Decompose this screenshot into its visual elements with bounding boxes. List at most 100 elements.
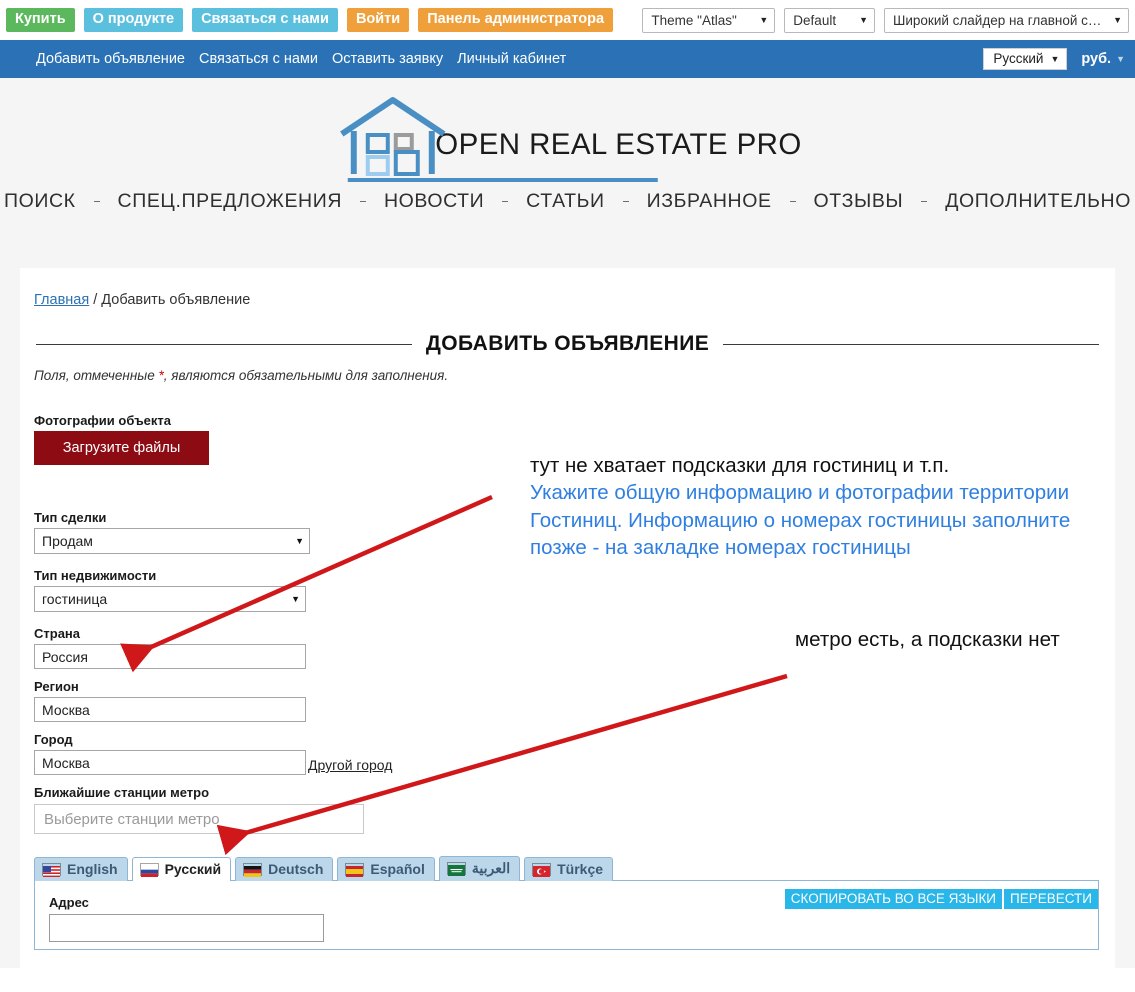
flag-de-icon — [243, 862, 263, 877]
chevron-down-icon: ▼ — [291, 594, 300, 604]
tab-english-label: English — [67, 861, 118, 877]
city-label: Город — [34, 732, 73, 747]
logo-underline — [347, 178, 658, 182]
metro-label: Ближайшие станции метро — [34, 785, 210, 800]
address-input[interactable] — [49, 914, 324, 942]
content-card: Главная / Добавить объявление ДОБАВИТЬ О… — [20, 268, 1115, 968]
language-tabs: English Русский Deutsch Español العربية … — [34, 856, 1115, 881]
breadcrumb-home[interactable]: Главная — [34, 292, 89, 308]
top-navigation-bar: Добавить объявление Связаться с нами Ост… — [0, 40, 1135, 78]
tab-russian-label: Русский — [164, 861, 222, 877]
city-input[interactable]: Москва — [34, 750, 306, 775]
flag-sa-icon — [446, 862, 466, 876]
city-value: Москва — [42, 754, 90, 771]
country-value: Россия — [42, 648, 88, 665]
tab-deutsch-label: Deutsch — [268, 861, 324, 877]
tab-espanol[interactable]: Español — [337, 857, 435, 881]
mainnav-articles[interactable]: СТАТЬИ — [522, 190, 609, 213]
site-logo[interactable]: OPEN REAL ESTATE PRO — [333, 94, 802, 182]
page-title-row: ДОБАВИТЬ ОБЪЯВЛЕНИЕ — [20, 332, 1115, 356]
top-nav-right-group: Русский ▼ руб. ▼ — [983, 48, 1125, 70]
tab-espanol-label: Español — [370, 861, 425, 877]
panel-action-buttons: СКОПИРОВАТЬ ВО ВСЕ ЯЗЫКИ ПЕРЕВЕСТИ — [784, 889, 1098, 909]
house-logo-icon — [333, 94, 451, 180]
page-title: ДОБАВИТЬ ОБЪЯВЛЕНИЕ — [425, 332, 710, 355]
photos-label: Фотографии объекта — [34, 413, 172, 428]
country-input[interactable]: Россия — [34, 644, 306, 669]
deal-type-select[interactable]: Продам ▼ — [34, 528, 310, 554]
property-type-label: Тип недвижимости — [34, 568, 157, 583]
tab-english[interactable]: English — [34, 857, 128, 881]
page-background: Главная / Добавить объявление ДОБАВИТЬ О… — [0, 268, 1135, 968]
chevron-down-icon: ▼ — [1113, 15, 1122, 25]
mainnav-additional[interactable]: ДОПОЛНИТЕЛЬНО — [941, 190, 1135, 213]
layout-select-value: Default — [793, 12, 837, 28]
language-tabs-zone: English Русский Deutsch Español العربية … — [34, 856, 1115, 950]
chevron-down-icon: ▼ — [859, 15, 868, 25]
mainnav-reviews[interactable]: ОТЗЫВЫ — [810, 190, 908, 213]
nav-personal-account[interactable]: Личный кабинет — [457, 51, 566, 67]
mainnav-favorites[interactable]: ИЗБРАННОЕ — [643, 190, 776, 213]
contact-us-button[interactable]: Связаться с нами — [192, 7, 338, 33]
breadcrumb: Главная / Добавить объявление — [20, 286, 1115, 308]
breadcrumb-current: Добавить объявление — [101, 292, 251, 308]
nav-divider — [502, 201, 509, 202]
nav-contact-us[interactable]: Связаться с нами — [199, 51, 318, 67]
flag-es-icon — [345, 862, 365, 877]
nav-divider — [921, 201, 928, 202]
upload-files-button[interactable]: Загрузите файлы — [34, 431, 209, 465]
tab-arabic[interactable]: العربية — [438, 856, 521, 881]
admin-toolbar: Купить О продукте Связаться с нами Войти… — [0, 0, 1135, 40]
flag-tr-icon — [532, 862, 552, 877]
annotation-hotel-hint-title: тут не хватает подсказки для гостиниц и … — [530, 454, 950, 477]
region-label: Регион — [34, 679, 79, 694]
translate-button[interactable]: ПЕРЕВЕСТИ — [1004, 889, 1098, 909]
copy-to-all-languages-button[interactable]: СКОПИРОВАТЬ ВО ВСЕ ЯЗЫКИ — [784, 889, 1003, 909]
deal-type-value: Продам — [42, 533, 93, 549]
chevron-down-icon: ▼ — [1050, 53, 1060, 64]
chevron-down-icon: ▼ — [1116, 54, 1125, 64]
mainnav-special-offers[interactable]: СПЕЦ.ПРЕДЛОЖЕНИЯ — [114, 190, 347, 213]
region-value: Москва — [42, 701, 90, 718]
currency-selector[interactable]: руб. ▼ — [1081, 51, 1125, 67]
language-tab-panel: Адрес СКОПИРОВАТЬ ВО ВСЕ ЯЗЫКИ ПЕРЕВЕСТИ — [34, 880, 1099, 950]
tab-arabic-label: العربية — [471, 860, 511, 876]
metro-placeholder: Выберите станции метро — [44, 810, 220, 828]
nav-divider — [622, 201, 629, 202]
chevron-down-icon: ▼ — [759, 15, 769, 25]
required-fields-note: Поля, отмеченные *, являются обязательны… — [34, 368, 1115, 383]
nav-divider — [360, 201, 366, 202]
logo-text: OPEN REAL ESTATE PRO — [435, 128, 802, 161]
annotation-hotel-hint: тут не хватает подсказки для гостиниц и … — [530, 452, 1120, 561]
about-product-button[interactable]: О продукте — [83, 7, 184, 33]
nav-add-listing[interactable]: Добавить объявление — [36, 51, 185, 67]
metro-field: Ближайшие станции метро Выберите станции… — [34, 785, 1115, 834]
property-type-select[interactable]: гостиница ▼ — [34, 586, 306, 612]
city-field: Город Москва Другой город — [34, 732, 1115, 775]
login-button[interactable]: Войти — [346, 7, 410, 33]
metro-input[interactable]: Выберите станции метро — [34, 804, 364, 834]
tab-turkish[interactable]: Türkçe — [524, 857, 614, 881]
tab-russian[interactable]: Русский — [131, 857, 232, 881]
mainnav-search[interactable]: ПОИСК — [0, 190, 80, 213]
language-selector[interactable]: Русский ▼ — [983, 48, 1068, 70]
admin-panel-button[interactable]: Панель администратора — [418, 7, 614, 33]
theme-select-value: Theme "Atlas" — [651, 12, 737, 28]
slider-select[interactable]: Широкий слайдер на главной страни ▼ — [883, 7, 1129, 33]
city-row: Москва Другой город — [34, 750, 1115, 775]
mainnav-news[interactable]: НОВОСТИ — [380, 190, 488, 213]
region-input[interactable]: Москва — [34, 697, 306, 722]
currency-selector-value: руб. — [1081, 51, 1112, 67]
annotation-hotel-hint-body: Укажите общую информацию и фотографии те… — [530, 481, 1071, 559]
property-type-value: гостиница — [42, 591, 108, 607]
nav-leave-request[interactable]: Оставить заявку — [332, 51, 443, 67]
layout-select[interactable]: Default ▼ — [784, 7, 875, 33]
buy-button[interactable]: Купить — [6, 7, 75, 33]
language-selector-value: Русский — [993, 51, 1044, 66]
tab-deutsch[interactable]: Deutsch — [235, 857, 334, 881]
theme-select[interactable]: Theme "Atlas" ▼ — [642, 7, 776, 33]
tab-turkish-label: Türkçe — [557, 861, 604, 877]
other-city-link[interactable]: Другой город — [308, 757, 392, 773]
annotation-metro-hint: метро есть, а подсказки нет — [795, 628, 1060, 651]
chevron-down-icon: ▼ — [295, 536, 304, 546]
